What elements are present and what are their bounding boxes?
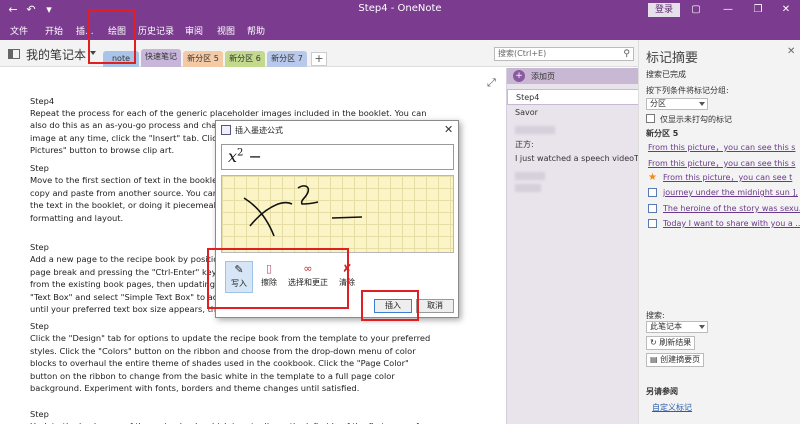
group-by-value: 分区 [650, 99, 666, 108]
refresh-results-button[interactable]: ↻ 刷新结果 [646, 336, 696, 350]
tag-item[interactable]: journey under the midnight sun ], [648, 188, 800, 200]
paragraph-line: button on the ribbon to change from the … [30, 370, 395, 381]
panel-title: 标记摘要 [646, 51, 699, 66]
notebook-name[interactable]: 我的笔记本 [26, 46, 86, 63]
todo-checkbox-icon[interactable] [648, 188, 657, 197]
section-tab-quick-notes[interactable]: 快速笔记 [141, 49, 181, 67]
tag-item-text: From this picture，you can see this s [648, 159, 796, 168]
summary-page-icon: ▤ [650, 355, 658, 364]
menu-help[interactable]: 帮助 [247, 24, 265, 37]
page-paragraph[interactable]: Step Click the "Design" tab for options t… [30, 320, 500, 394]
close-icon[interactable]: ✕ [787, 46, 795, 57]
highlight-box-insert-button [361, 290, 419, 321]
paragraph-line: Step [30, 409, 49, 419]
dialog-title-bar: 插入墨迹公式 ✕ [216, 121, 458, 139]
chevron-down-icon [699, 325, 705, 329]
paragraph-line: Step [30, 321, 49, 331]
unchecked-only-label: 仅显示未打勾的标记 [660, 115, 732, 124]
ink-canvas[interactable] [221, 175, 454, 253]
section-tab-new-6[interactable]: 新分区 6 [225, 51, 265, 67]
equation-preview: x2 − [221, 144, 454, 170]
close-icon[interactable]: ✕ [778, 3, 794, 17]
tag-item-text: From this picture，you can see t [663, 173, 793, 182]
tag-item[interactable]: From this picture，you can see this s [648, 142, 800, 154]
tag-item[interactable]: ★ From this picture，you can see t [648, 172, 800, 184]
see-also-heading: 另请参阅 [646, 387, 678, 396]
section-tab-new-7[interactable]: 新分区 7 [267, 51, 307, 67]
equation-icon [221, 125, 231, 135]
menu-home[interactable]: 开始 [45, 24, 63, 37]
section-heading: 新分区 5 [646, 129, 679, 138]
page-item[interactable]: Savor [507, 105, 639, 121]
login-button[interactable]: 登录 [648, 3, 680, 17]
ribbon-display-icon[interactable]: ▢ [688, 3, 704, 17]
blurred-page-title [515, 126, 555, 134]
paragraph-line: Click the "Design" tab for options to up… [30, 333, 431, 344]
restore-icon[interactable]: ❐ [750, 3, 766, 17]
expand-icon[interactable]: ⤢ [487, 76, 496, 90]
highlight-box-ink-tools [207, 248, 349, 309]
page-paragraph[interactable]: Step4 [30, 95, 500, 107]
search-scope-label: 搜索: [646, 311, 665, 320]
handwriting-strokes [243, 185, 363, 237]
formula-base: x [228, 147, 238, 166]
create-summary-button[interactable]: ▤ 创建摘要页 [646, 353, 705, 367]
chevron-down-icon [699, 102, 705, 106]
tag-item-text: Today I want to share with you a ... [663, 219, 800, 228]
recognized-formula: x2 − [228, 147, 262, 166]
tag-item[interactable]: Today I want to share with you a ... [648, 219, 800, 231]
minimize-icon[interactable]: — [720, 3, 736, 17]
page-item[interactable]: Step4 [507, 89, 639, 105]
add-section-button[interactable]: + [311, 52, 327, 66]
paragraph-line: Update the back page of the recipe book,… [30, 420, 500, 424]
blurred-page-title [515, 184, 541, 192]
formula-rest: − [243, 147, 262, 166]
refresh-icon: ↻ [650, 338, 657, 347]
search-scope-select[interactable]: 此笔记本 [646, 321, 708, 333]
notebook-icon[interactable] [8, 49, 20, 59]
menu-view[interactable]: 视图 [217, 24, 235, 37]
cancel-button[interactable]: 取消 [416, 299, 454, 313]
custom-tags-link[interactable]: 自定义标记 [652, 402, 692, 413]
tag-item-text: The heroine of the story was sexu... [663, 204, 800, 213]
paragraph-line: blocks to overhaul the entire theme of s… [30, 358, 409, 369]
tag-item[interactable]: From this picture，you can see this s [648, 158, 800, 170]
tag-item[interactable]: The heroine of the story was sexu... [648, 204, 800, 216]
paragraph-line: Step4 [30, 96, 55, 106]
todo-checkbox-icon[interactable] [648, 219, 657, 228]
plus-icon: + [513, 70, 525, 82]
paragraph-line: styles. Click the "Colors" button on the… [30, 345, 416, 356]
highlight-box-draw-tab [88, 9, 136, 64]
tags-summary-panel: 标记摘要 ✕ 搜索已完成 按下列条件将标记分组: 分区 仅显示未打勾的标记 新分… [638, 40, 800, 424]
group-by-select[interactable]: 分区 [646, 98, 708, 110]
dialog-title: 插入墨迹公式 [235, 126, 283, 135]
close-icon[interactable]: ✕ [444, 123, 453, 136]
paragraph-line: background. Experiment with fonts, borde… [30, 383, 360, 394]
star-icon: ★ [648, 172, 657, 183]
paragraph-line: Repeat the process for each of the gener… [30, 108, 427, 118]
search-input[interactable]: 搜索(Ctrl+E) ⚲ [494, 47, 634, 61]
tag-item-text: From this picture，you can see this s [648, 143, 796, 152]
menu-history[interactable]: 历史记录 [138, 24, 174, 37]
search-placeholder: 搜索(Ctrl+E) [498, 49, 547, 58]
page-list: + 添加页 Step4 Savor 正方: I just watched a s… [506, 68, 639, 424]
menu-review[interactable]: 审阅 [185, 24, 203, 37]
page-item[interactable]: I just watched a speech videoTh [507, 151, 639, 167]
search-status: 搜索已完成 [646, 70, 686, 79]
tag-item-text: journey under the midnight sun ], [663, 188, 798, 197]
create-summary-label: 创建摘要页 [660, 355, 701, 364]
group-by-label: 按下列条件将标记分组: [646, 86, 729, 95]
blurred-page-title [515, 172, 545, 180]
add-page-label: 添加页 [531, 72, 555, 81]
search-icon[interactable]: ⚲ [623, 48, 630, 60]
section-tab-new-5[interactable]: 新分区 5 [183, 51, 223, 67]
menu-file[interactable]: 文件 [10, 24, 28, 37]
search-scope-value: 此笔记本 [650, 322, 682, 331]
refresh-label: 刷新结果 [659, 338, 692, 347]
todo-checkbox-icon[interactable] [648, 204, 657, 213]
page-paragraph[interactable]: StepUpdate the back page of the recipe b… [30, 408, 500, 424]
unchecked-only-checkbox[interactable] [646, 114, 655, 123]
add-page-button[interactable]: + 添加页 [507, 68, 639, 84]
